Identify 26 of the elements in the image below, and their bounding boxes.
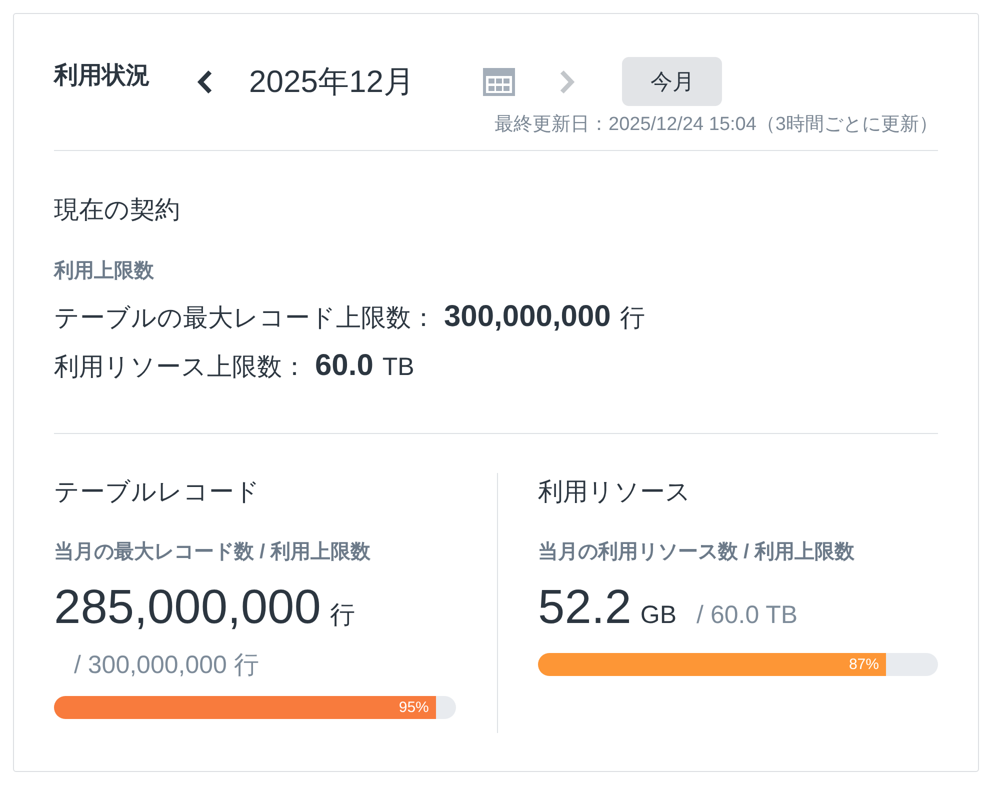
limit-label: テーブルの最大レコード上限数： bbox=[54, 304, 436, 332]
unit-label: TB bbox=[382, 353, 414, 381]
usage-title: 利用リソース bbox=[538, 477, 692, 507]
chevron-left-icon[interactable] bbox=[196, 70, 213, 94]
calendar-icon[interactable] bbox=[483, 68, 516, 96]
contract-heading: 現在の契約 bbox=[54, 195, 181, 225]
current-month-button[interactable]: 今月 bbox=[622, 57, 722, 106]
limit-label: 利用リソース上限数： bbox=[54, 353, 307, 381]
usage-title: テーブルレコード bbox=[54, 477, 261, 507]
month-label: 2025年12月 bbox=[249, 63, 414, 100]
limit-value: 60.0 bbox=[315, 349, 374, 382]
usage-value: 52.2 bbox=[538, 580, 632, 636]
section-title: 利用状況 bbox=[54, 61, 150, 90]
usage-caption: 当月の最大レコード数 / 利用上限数 bbox=[54, 540, 372, 564]
last-updated-text: 最終更新日：2025/12/24 15:04（3時間ごとに更新） bbox=[494, 113, 938, 136]
usage-caption: 当月の利用リソース数 / 利用上限数 bbox=[538, 540, 856, 564]
unit-label: 行 bbox=[620, 304, 645, 332]
limits-subheading: 利用上限数 bbox=[54, 259, 155, 283]
usage-limit: / 300,000,000 行 bbox=[74, 650, 259, 680]
percent-label: 95% bbox=[398, 698, 429, 716]
usage-value: 285,000,000 bbox=[54, 580, 321, 636]
usage-limit: / 60.0 TB bbox=[696, 600, 798, 630]
percent-label: 87% bbox=[848, 656, 879, 674]
limit-value: 300,000,000 bbox=[444, 300, 611, 333]
unit-label: 行 bbox=[330, 600, 355, 630]
unit-label: GB bbox=[640, 600, 677, 630]
